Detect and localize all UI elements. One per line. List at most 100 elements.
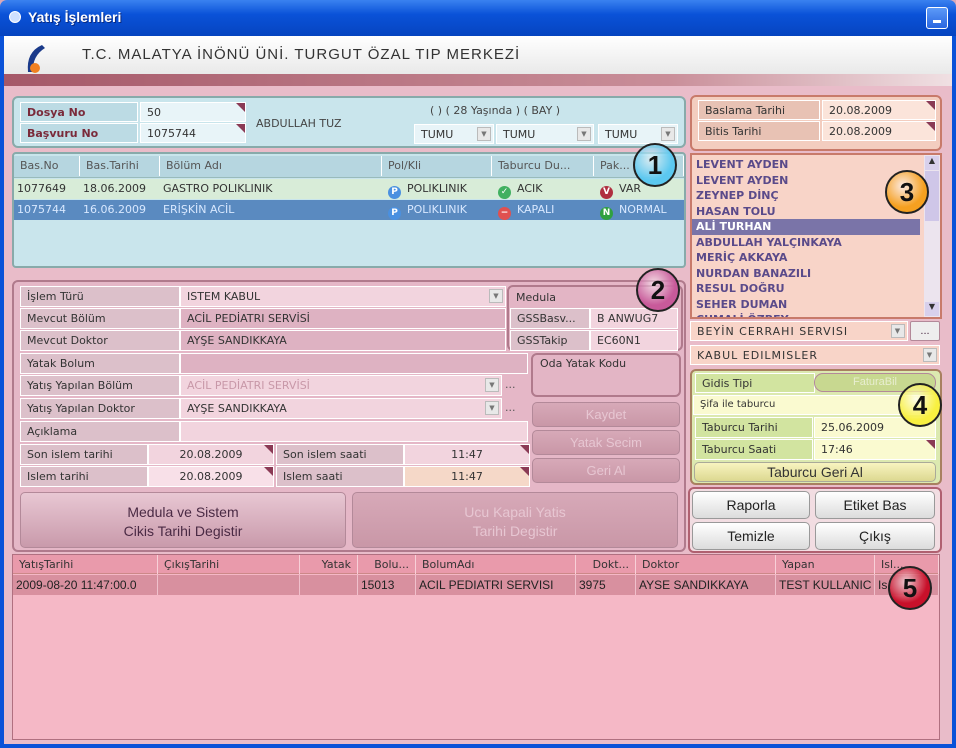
yatis-doktor-combo-value: AYŞE SANDIKKAYA <box>187 402 287 415</box>
islem-turu-combo[interactable]: ISTEM KABUL ▼ <box>180 286 506 307</box>
table-row[interactable]: 1077649 18.06.2009 GASTRO POLIKLINIK P POLIK… <box>14 179 684 199</box>
yatis-bolum-label: Yatış Yapılan Bölüm <box>20 375 180 396</box>
column-header[interactable]: Yatak <box>300 555 358 574</box>
doctor-list-scrollbar[interactable]: ▲ ▼ <box>924 155 940 317</box>
ucu-kapali-yatis-button[interactable]: Ucu Kapali Yatis Tarihi Degistir <box>352 492 678 548</box>
column-header[interactable]: Bas.Tarihi <box>80 156 160 176</box>
taburcu-saati-input[interactable]: 17:46 <box>814 439 936 460</box>
cell: 15013 <box>358 575 416 595</box>
son-islem-tarihi-input[interactable]: 20.08.2009 <box>148 444 274 465</box>
table-row[interactable]: 2009-08-20 11:47:00.0 15013 ACIL PEDIATRI … <box>13 575 939 595</box>
column-header[interactable]: Taburcu Du... <box>492 156 594 176</box>
list-item[interactable]: MERİÇ AKKAYA <box>692 250 920 266</box>
servis-browse-button[interactable]: ... <box>910 321 940 341</box>
column-header[interactable]: Doktor <box>636 555 776 574</box>
list-item[interactable]: ALİ TURHAN <box>692 219 920 235</box>
yatak-secim-button[interactable]: Yatak Secim <box>532 430 680 455</box>
cell-tarih: 16.06.2009 <box>80 200 160 220</box>
chevron-down-icon[interactable]: ▼ <box>923 348 937 362</box>
chevron-down-icon[interactable]: ▼ <box>477 127 491 141</box>
list-item[interactable]: NURDAN BANAZILI <box>692 266 920 282</box>
aciklama-label: Açıklama <box>20 421 180 442</box>
dosya-no-input[interactable]: 50 <box>140 102 246 122</box>
column-header[interactable]: Dokt... <box>576 555 636 574</box>
cikis-button[interactable]: Çıkış <box>815 522 935 550</box>
oda-yatak-label: Oda Yatak Kodu <box>540 357 627 370</box>
geri-al-button[interactable]: Geri Al <box>532 458 680 483</box>
poliklinik-icon: P <box>388 207 401 220</box>
gsstakip-field[interactable]: EC60N1 <box>590 330 678 351</box>
browse-button[interactable]: ... <box>505 378 516 391</box>
etiket-bas-button[interactable]: Etiket Bas <box>815 491 935 519</box>
yatis-grid: YatışTarihi ÇıkışTarihi Yatak Bolu... BolumA… <box>12 554 940 740</box>
chevron-down-icon[interactable]: ▼ <box>577 127 591 141</box>
column-header[interactable]: Pol/Kli <box>382 156 492 176</box>
raporla-button[interactable]: Raporla <box>692 491 810 519</box>
cell-pol: P POLIKLINIK <box>382 179 492 199</box>
chevron-down-icon[interactable]: ▼ <box>489 289 503 303</box>
chevron-down-icon[interactable]: ▼ <box>891 324 905 338</box>
yatis-bolum-combo[interactable]: ACİL PEDİATRI SERVİSİ ▼ <box>180 375 502 396</box>
list-item[interactable]: HASAN TOLU <box>692 204 920 220</box>
column-header[interactable]: Bölüm Adı <box>160 156 382 176</box>
cell: 2009-08-20 11:47:00.0 <box>13 575 158 595</box>
cell-pak: N NORMAL <box>594 200 684 220</box>
cell: AYSE SANDIKKAYA <box>636 575 776 595</box>
number-badge-3: 3 <box>885 170 929 214</box>
cell-tarih: 18.06.2009 <box>80 179 160 199</box>
yatis-doktor-combo[interactable]: AYŞE SANDIKKAYA ▼ <box>180 398 502 419</box>
check-icon: ✓ <box>498 186 511 199</box>
minimize-button[interactable] <box>926 7 948 29</box>
yatak-bolum-field[interactable] <box>180 353 528 374</box>
column-header[interactable]: YatışTarihi <box>13 555 158 574</box>
list-item[interactable]: CUMALİ ÖZBEY <box>692 312 920 317</box>
column-header[interactable]: Bas.No <box>14 156 80 176</box>
islem-tarihi-input[interactable]: 20.08.2009 <box>148 466 274 487</box>
aciklama-input[interactable] <box>180 421 528 442</box>
filter-combo-3[interactable]: TUMU ▼ <box>598 124 678 144</box>
browse-button[interactable]: ... <box>505 401 516 414</box>
chevron-down-icon[interactable]: ▼ <box>485 378 499 392</box>
filter-value: TUMU <box>503 128 536 141</box>
chevron-down-icon[interactable]: ▼ <box>485 401 499 415</box>
medula-cikis-tarihi-button[interactable]: Medula ve Sistem Cikis Tarihi Degistir <box>20 492 346 548</box>
gssbasv-label: GSSBasv... <box>510 308 590 329</box>
scroll-down-icon[interactable]: ▼ <box>925 302 939 316</box>
chevron-down-icon[interactable]: ▼ <box>661 127 675 141</box>
column-header[interactable]: BolumAdı <box>416 555 576 574</box>
baslama-tarihi-input[interactable]: 20.08.2009 <box>822 100 936 120</box>
mevcut-bolum-field[interactable]: ACİL PEDİATRI SERVİSİ <box>180 308 506 329</box>
kaydet-button[interactable]: Kaydet <box>532 402 680 427</box>
column-header[interactable]: ÇıkışTarihi <box>158 555 300 574</box>
cell-pak: V VAR <box>594 179 684 199</box>
bitis-tarihi-input[interactable]: 20.08.2009 <box>822 121 936 141</box>
title-bar: Yatış İşlemleri <box>0 0 956 36</box>
cell-text: VAR <box>619 182 641 195</box>
temizle-button[interactable]: Temizle <box>692 522 810 550</box>
list-item[interactable]: RESUL DOĞRU <box>692 281 920 297</box>
scroll-up-icon[interactable]: ▲ <box>925 156 939 170</box>
column-header[interactable]: Bolu... <box>358 555 416 574</box>
column-header[interactable]: Yapan <box>776 555 875 574</box>
cell-text: POLIKLINIK <box>407 182 467 195</box>
cell-taburcu: ✓ ACIK <box>492 179 594 199</box>
islem-saati-input[interactable]: 11:47 <box>404 466 530 487</box>
son-islem-saati-input[interactable]: 11:47 <box>404 444 530 465</box>
filter-combo-2[interactable]: TUMU ▼ <box>496 124 594 144</box>
filter-value: TUMU <box>421 128 454 141</box>
list-item[interactable]: LEVENT AYDEN <box>692 157 920 173</box>
basvuru-no-input[interactable]: 1075744 <box>140 123 246 143</box>
mevcut-doktor-field[interactable]: AYŞE SANDIKKAYA <box>180 330 506 351</box>
filter-value: KABUL EDILMISLER <box>697 349 818 362</box>
app-icon <box>9 11 21 23</box>
list-item[interactable]: SEHER DUMAN <box>692 297 920 313</box>
table-row[interactable]: 1075744 16.06.2009 ERİŞKİN ACİL P POLIKLINIK… <box>14 200 684 220</box>
gsstakip-label: GSSTakip <box>510 330 590 351</box>
filter-combo-1[interactable]: TUMU ▼ <box>414 124 494 144</box>
gssbasv-field[interactable]: B ANWUG7 <box>590 308 678 329</box>
filter-combo[interactable]: KABUL EDILMISLER ▼ <box>690 345 940 365</box>
cell-no: 1077649 <box>14 179 80 199</box>
servis-combo[interactable]: BEYİN CERRAHI SERVISI ▼ <box>690 321 908 341</box>
list-item[interactable]: ABDULLAH YALÇINKAYA <box>692 235 920 251</box>
taburcu-geri-al-button[interactable]: Taburcu Geri Al <box>694 462 936 482</box>
